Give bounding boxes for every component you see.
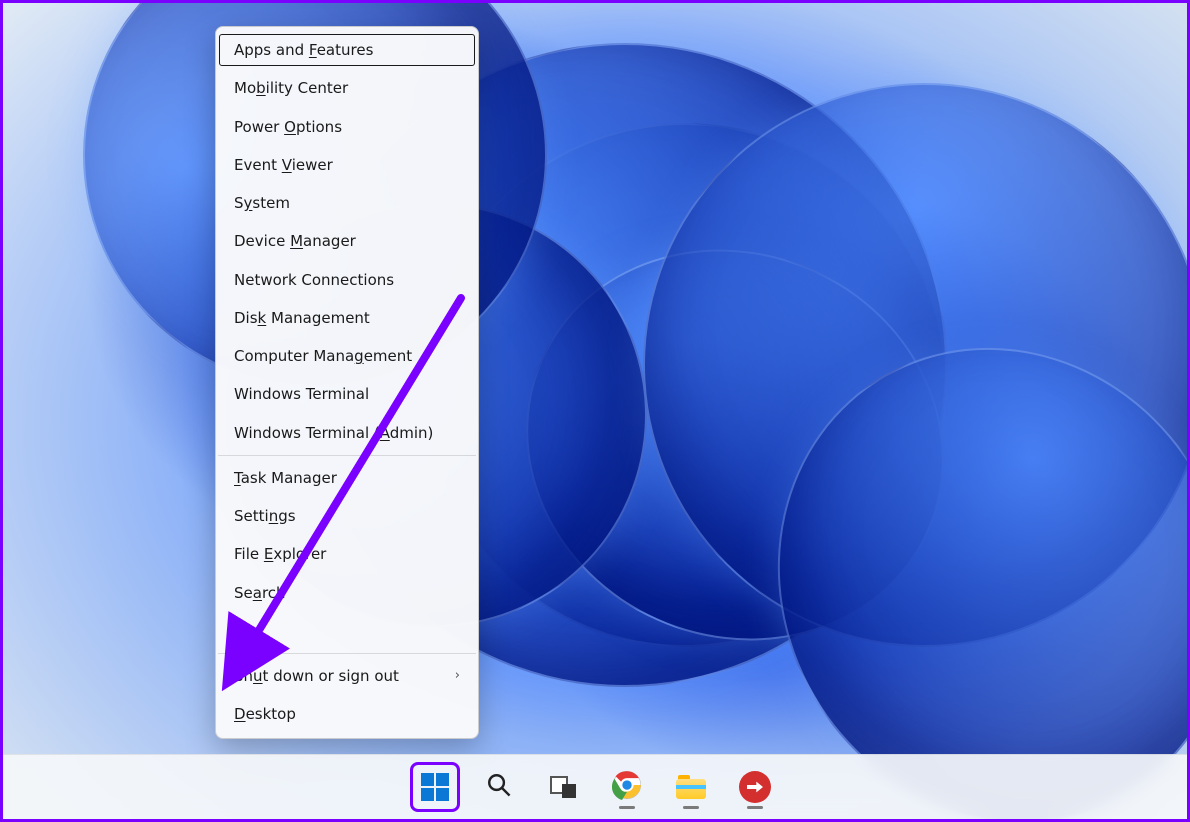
winx-context-menu: Apps and Features Mobility Center Power Op… — [215, 26, 479, 739]
menu-item-label: Windows Terminal (Admin) — [234, 423, 433, 443]
menu-item-label: Settings — [234, 506, 296, 526]
chrome-app[interactable] — [604, 764, 650, 810]
menu-item-label: Disk Management — [234, 308, 370, 328]
menu-item-apps-and-features[interactable]: Apps and Features — [216, 31, 478, 69]
menu-item-label: Windows Terminal — [234, 384, 369, 404]
menu-item-power-options[interactable]: Power Options — [216, 108, 478, 146]
menu-item-windows-terminal-admin[interactable]: Windows Terminal (Admin) — [216, 414, 478, 452]
menu-item-file-explorer[interactable]: File Explorer — [216, 535, 478, 573]
menu-item-mobility-center[interactable]: Mobility Center — [216, 69, 478, 107]
menu-item-label: Shut down or sign out — [234, 666, 399, 686]
menu-item-label: File Explorer — [234, 544, 326, 564]
taskbar — [3, 754, 1187, 819]
red-circle-app[interactable] — [732, 764, 778, 810]
menu-item-disk-management[interactable]: Disk Management — [216, 299, 478, 337]
menu-item-event-viewer[interactable]: Event Viewer — [216, 146, 478, 184]
menu-item-run[interactable]: Run — [216, 612, 478, 650]
menu-item-label: System — [234, 193, 290, 213]
menu-item-label: Search — [234, 583, 286, 603]
menu-item-label: Event Viewer — [234, 155, 333, 175]
chevron-right-icon: › — [455, 667, 460, 685]
menu-item-label: Mobility Center — [234, 78, 348, 98]
menu-item-search[interactable]: Search — [216, 574, 478, 612]
search-icon — [486, 772, 512, 802]
menu-item-computer-management[interactable]: Computer Management — [216, 337, 478, 375]
menu-item-network-connections[interactable]: Network Connections — [216, 261, 478, 299]
menu-separator — [218, 455, 476, 456]
menu-item-windows-terminal[interactable]: Windows Terminal — [216, 375, 478, 413]
file-explorer-app[interactable] — [668, 764, 714, 810]
search-button[interactable] — [476, 764, 522, 810]
windows-logo-icon — [421, 773, 449, 801]
screenshot-frame: Apps and Features Mobility Center Power Op… — [0, 0, 1190, 822]
menu-item-device-manager[interactable]: Device Manager — [216, 222, 478, 260]
menu-item-label: Power Options — [234, 117, 342, 137]
menu-item-label: Apps and Features — [234, 40, 373, 60]
task-view-icon — [550, 776, 576, 798]
red-app-icon — [739, 771, 771, 803]
menu-item-label: Computer Management — [234, 346, 412, 366]
menu-item-task-manager[interactable]: Task Manager — [216, 459, 478, 497]
file-explorer-icon — [676, 775, 706, 799]
menu-item-label: Task Manager — [234, 468, 337, 488]
menu-item-shut-down-or-sign-out[interactable]: Shut down or sign out › — [216, 657, 478, 695]
chrome-icon — [612, 770, 642, 804]
menu-separator — [218, 653, 476, 654]
desktop-wallpaper[interactable] — [3, 3, 1187, 819]
menu-item-desktop[interactable]: Desktop — [216, 695, 478, 733]
menu-item-label: Device Manager — [234, 231, 356, 251]
start-button[interactable] — [412, 764, 458, 810]
menu-item-label: Desktop — [234, 704, 296, 724]
menu-item-label: Network Connections — [234, 270, 394, 290]
menu-item-label: Run — [234, 621, 263, 641]
menu-item-system[interactable]: System — [216, 184, 478, 222]
menu-item-settings[interactable]: Settings — [216, 497, 478, 535]
task-view-button[interactable] — [540, 764, 586, 810]
